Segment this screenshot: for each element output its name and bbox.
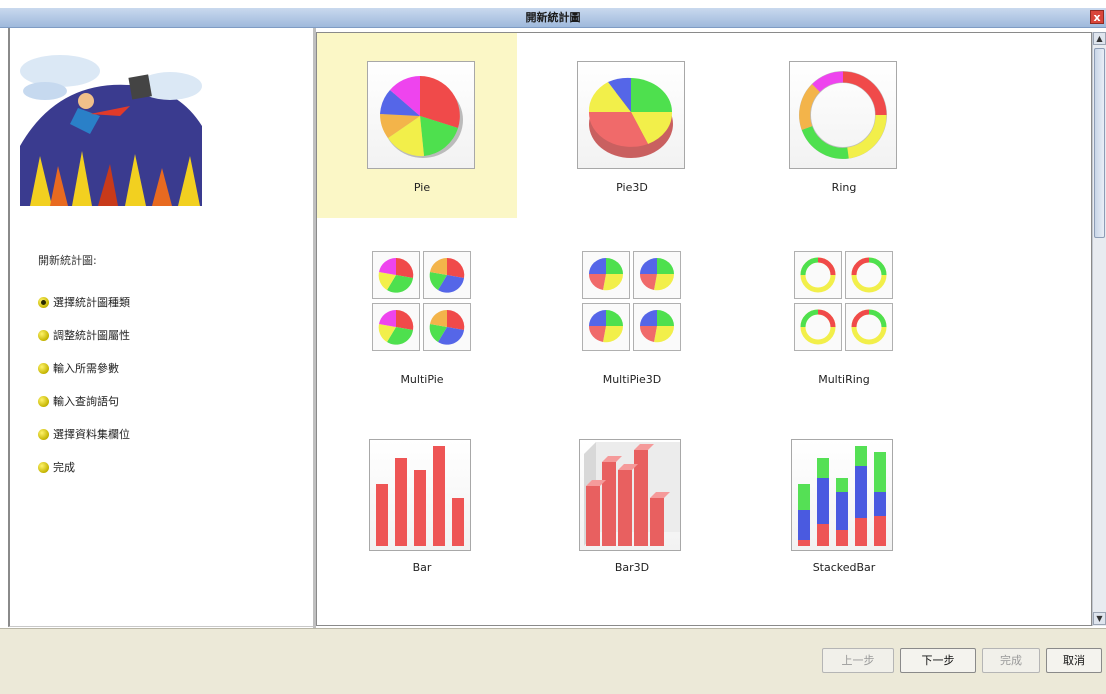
multiring-mini-4 xyxy=(845,303,893,351)
wizard-step-label: 輸入查詢語句 xyxy=(53,395,119,408)
chart-type-label: Pie xyxy=(413,181,431,194)
pie-chart-icon xyxy=(429,257,465,293)
chart-type-multipie3d[interactable]: MultiPie3D xyxy=(527,233,727,418)
pie3d-chart-icon xyxy=(639,310,675,343)
pie-chart-icon xyxy=(380,76,463,158)
pie-chart-icon xyxy=(378,309,414,345)
bar3d-chart-icon xyxy=(584,442,680,546)
multipie-mini-2 xyxy=(423,251,471,299)
ring-thumbnail xyxy=(789,61,897,169)
chart-type-label: MultiRing xyxy=(818,373,870,386)
ring-chart-icon xyxy=(800,257,836,293)
chart-type-label: MultiPie xyxy=(400,373,444,386)
bar-thumbnail xyxy=(369,439,471,551)
chart-type-multiring[interactable]: MultiRing xyxy=(739,233,939,418)
ring-chart-icon xyxy=(851,309,887,345)
wizard-step-label: 輸入所需參數 xyxy=(53,362,119,375)
chart-type-label: StackedBar xyxy=(812,561,876,574)
pie-chart-icon xyxy=(429,309,465,345)
step-active-bullet-icon xyxy=(38,296,49,308)
wizard-section-title: 開新統計圖: xyxy=(38,254,97,267)
cancel-button[interactable]: 取消 xyxy=(1046,648,1102,673)
chart-type-pie3d[interactable]: Pie3D xyxy=(527,33,727,218)
gallery-scrollbar[interactable]: ▲ ▼ xyxy=(1092,32,1106,626)
multipie-mini-1 xyxy=(372,251,420,299)
chart-type-label: Bar3D xyxy=(614,561,650,574)
wizard-step-label: 調整統計圖屬性 xyxy=(53,329,130,342)
chart-type-label: MultiPie3D xyxy=(602,373,662,386)
pie3d-chart-icon xyxy=(588,77,673,158)
bar-chart-icon xyxy=(376,446,464,546)
multipie-mini-3 xyxy=(372,303,420,351)
step-bullet-icon xyxy=(38,428,49,440)
chart-type-multipie[interactable]: MultiPie xyxy=(317,233,517,418)
multipie3d-mini-1 xyxy=(582,251,630,299)
step-bullet-icon xyxy=(38,362,49,374)
scroll-down-icon[interactable]: ▼ xyxy=(1093,612,1106,625)
step-bullet-icon xyxy=(38,461,49,473)
ring-chart-icon xyxy=(851,257,887,293)
stackedbar-chart-icon xyxy=(798,446,886,546)
wizard-step-label: 選擇資料集欄位 xyxy=(53,428,130,441)
chart-type-ring[interactable]: Ring xyxy=(739,33,939,218)
ring-chart-icon xyxy=(800,309,836,345)
chart-type-bar3d[interactable]: Bar3D xyxy=(527,423,727,608)
wizard-sidebar: 開新統計圖: 選擇統計圖種類 調整統計圖屬性 輸入所需參數 輸入查詢語句 選擇資… xyxy=(8,28,314,627)
chart-type-label: Pie3D xyxy=(616,181,648,194)
bar3d-thumbnail xyxy=(579,439,681,551)
chart-type-bar[interactable]: Bar xyxy=(317,423,517,608)
chart-type-pie[interactable]: Pie xyxy=(317,33,517,218)
wizard-step-1: 選擇統計圖種類 xyxy=(38,296,130,310)
stackedbar-thumbnail xyxy=(791,439,893,551)
wizard-step-6: 完成 xyxy=(38,461,75,475)
window-title: 開新統計圖 xyxy=(525,11,581,24)
scrollbar-thumb[interactable] xyxy=(1094,48,1105,238)
wizard-step-4: 輸入查詢語句 xyxy=(38,395,119,409)
wizard-step-label: 完成 xyxy=(53,461,75,474)
scroll-up-icon[interactable]: ▲ xyxy=(1093,32,1106,45)
next-step-button[interactable]: 下一步 xyxy=(900,648,976,673)
chart-type-gallery: Pie Pie3D Ring MultiPie MultiPie3D Multi… xyxy=(316,32,1092,626)
multiring-mini-3 xyxy=(794,303,842,351)
wizard-step-3: 輸入所需參數 xyxy=(38,362,119,376)
prev-step-button[interactable]: 上一步 xyxy=(822,648,894,673)
multipie3d-mini-4 xyxy=(633,303,681,351)
multipie3d-mini-3 xyxy=(582,303,630,351)
chart-type-stackedbar[interactable]: StackedBar xyxy=(739,423,939,608)
multiring-mini-1 xyxy=(794,251,842,299)
window-titlebar: 開新統計圖 x xyxy=(0,8,1106,28)
pie3d-chart-icon xyxy=(588,310,624,343)
close-icon[interactable]: x xyxy=(1090,10,1104,24)
wizard-banner-illustration xyxy=(20,46,202,206)
pie3d-chart-icon xyxy=(588,258,624,291)
multipie-mini-4 xyxy=(423,303,471,351)
finish-button[interactable]: 完成 xyxy=(982,648,1040,673)
pie-chart-icon xyxy=(378,257,414,293)
wizard-step-2: 調整統計圖屬性 xyxy=(38,329,130,343)
pie3d-thumbnail xyxy=(577,61,685,169)
pie3d-chart-icon xyxy=(639,258,675,291)
ring-chart-icon xyxy=(799,71,887,159)
multiring-mini-2 xyxy=(845,251,893,299)
step-bullet-icon xyxy=(38,329,49,341)
multipie3d-mini-2 xyxy=(633,251,681,299)
wizard-step-label: 選擇統計圖種類 xyxy=(53,296,130,309)
step-bullet-icon xyxy=(38,395,49,407)
chart-type-label: Bar xyxy=(412,561,432,574)
wizard-step-5: 選擇資料集欄位 xyxy=(38,428,130,442)
chart-type-label: Ring xyxy=(831,181,857,194)
pie-thumbnail xyxy=(367,61,475,169)
